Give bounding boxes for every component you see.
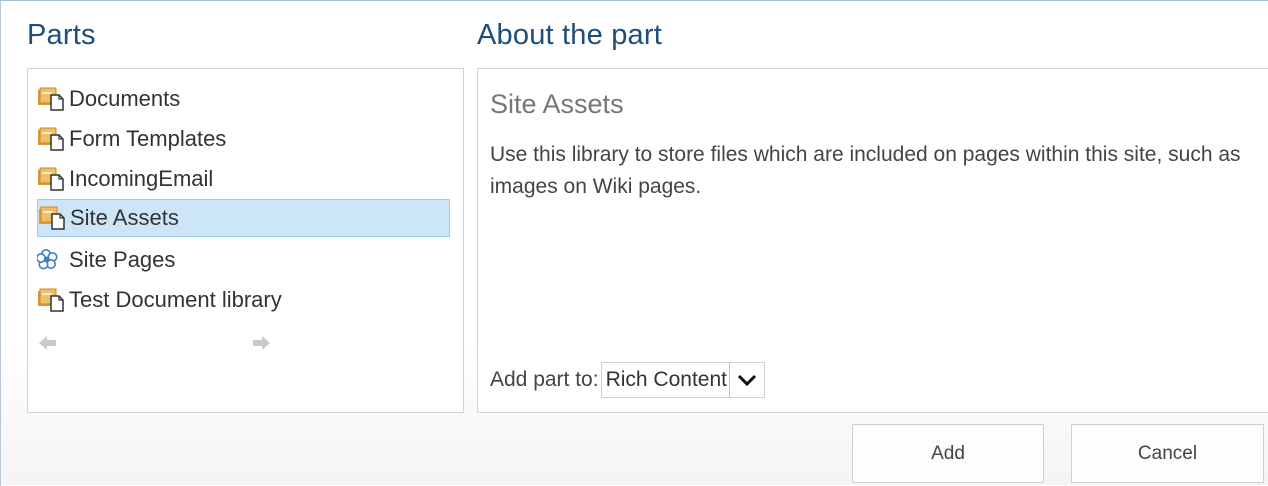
- part-item-label: Form Templates: [69, 126, 227, 151]
- document-library-icon: [37, 86, 69, 112]
- wiki-pages-icon: [37, 247, 69, 273]
- add-part-to-select[interactable]: Rich Content: [600, 362, 765, 398]
- part-item-site-pages[interactable]: Site Pages: [37, 241, 450, 279]
- add-button[interactable]: Add: [852, 424, 1044, 483]
- dialog-frame: Parts About the part Documents Form Temp…: [0, 0, 1268, 486]
- document-library-icon: [37, 287, 69, 313]
- arrow-left-icon[interactable]: [37, 333, 59, 353]
- part-title: Site Assets: [490, 89, 624, 119]
- document-library-icon: [37, 126, 69, 152]
- part-item-label: Test Document library: [69, 287, 282, 312]
- part-item-documents[interactable]: Documents: [37, 80, 450, 118]
- part-item-incomingemail[interactable]: IncomingEmail: [37, 160, 450, 198]
- part-item-form-templates[interactable]: Form Templates: [37, 120, 450, 158]
- add-part-to-value: Rich Content: [605, 368, 727, 391]
- parts-list: Documents Form Templates IncomingEmail S…: [27, 68, 464, 413]
- part-item-label: IncomingEmail: [69, 166, 214, 191]
- chevron-down-icon[interactable]: [728, 363, 764, 397]
- dialog-left-edge: [0, 1, 10, 486]
- part-description: Use this library to store files which ar…: [490, 143, 1241, 198]
- arrow-right-icon[interactable]: [250, 333, 272, 353]
- document-library-icon: [38, 205, 70, 231]
- part-item-label: Documents: [69, 86, 181, 111]
- part-item-label: Site Assets: [70, 205, 179, 230]
- part-item-site-assets[interactable]: Site Assets: [37, 199, 450, 237]
- add-part-to-row: Add part to: Rich Content: [490, 362, 765, 398]
- cancel-button[interactable]: Cancel: [1071, 424, 1264, 483]
- add-part-to-label: Add part to:: [490, 368, 599, 391]
- part-item-test-document-library[interactable]: Test Document library: [37, 281, 450, 319]
- document-library-icon: [37, 166, 69, 192]
- about-panel: Site Assets Use this library to store fi…: [477, 68, 1268, 413]
- about-heading: About the part: [477, 19, 662, 51]
- parts-heading: Parts: [27, 19, 96, 51]
- part-item-label: Site Pages: [69, 247, 176, 272]
